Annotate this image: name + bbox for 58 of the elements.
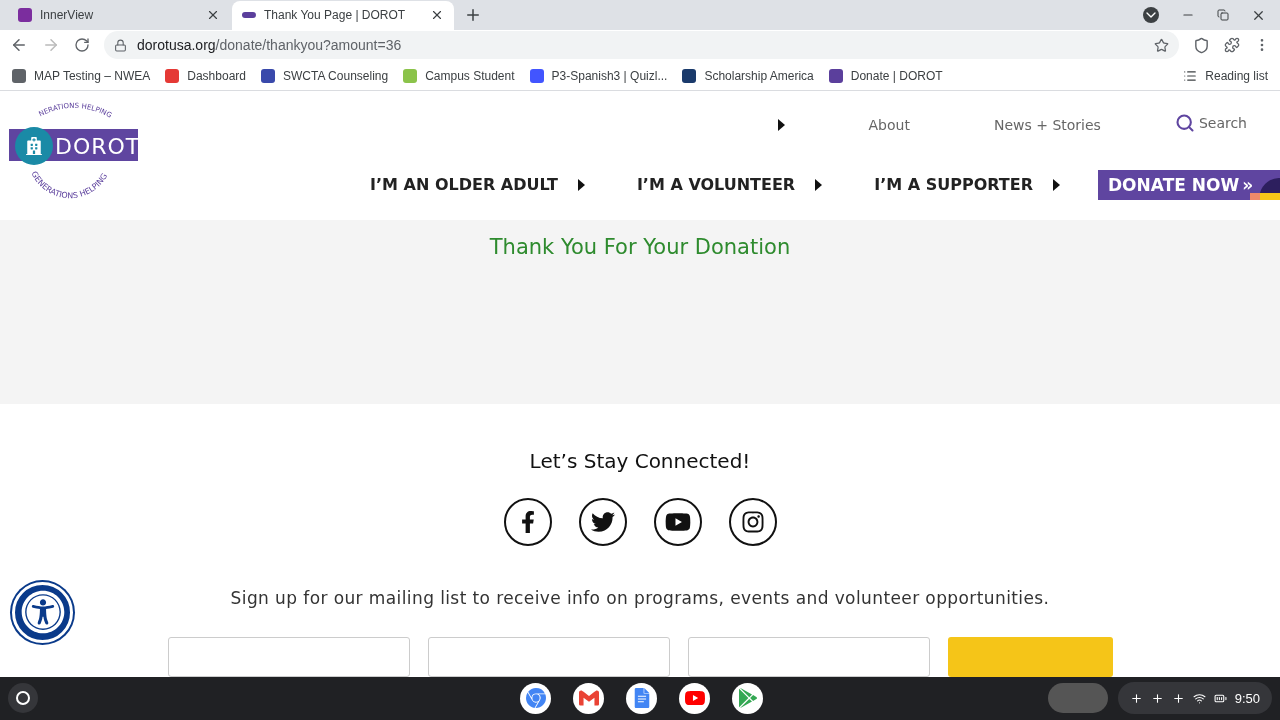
tab-search-icon[interactable] (1143, 7, 1159, 24)
bookmark-item[interactable]: Scholarship America (682, 68, 814, 83)
youtube-icon[interactable] (653, 497, 702, 546)
bookmark-item[interactable]: Dashboard (165, 68, 246, 83)
main-nav-link[interactable]: I’M A VOLUNTEER (636, 175, 823, 195)
list-icon (1183, 68, 1198, 83)
nav-link[interactable]: News + Stories (993, 116, 1101, 133)
bookmark-item[interactable]: SWCTA Counseling (261, 68, 389, 83)
launcher-button[interactable] (8, 683, 38, 714)
main-nav-link[interactable]: I’M AN OLDER ADULT (370, 175, 585, 195)
url-path: /donate/thankyou?amount=36 (215, 37, 402, 54)
lock-icon (114, 38, 127, 52)
mail-app-icon[interactable] (573, 682, 604, 714)
shield-icon[interactable] (1193, 36, 1210, 54)
browser-tab[interactable]: InnerView (8, 0, 230, 30)
bookmark-item[interactable]: MAP Testing – NWEA (12, 68, 151, 83)
nav-link[interactable]: About (868, 116, 910, 133)
signup-field[interactable] (687, 636, 930, 677)
status-icon[interactable] (1171, 691, 1185, 705)
caret-icon (777, 118, 785, 131)
status-icon[interactable] (1150, 691, 1164, 705)
system-tray[interactable]: 9:50 (1117, 682, 1272, 715)
docs-app-icon[interactable] (626, 682, 657, 714)
wifi-icon (1192, 691, 1206, 705)
caret-icon (815, 178, 823, 191)
caret-icon (577, 178, 585, 191)
video-app-icon[interactable] (679, 682, 710, 714)
search-icon (1174, 112, 1195, 133)
signup-text: Sign up for our mailing list to receive info on programs, events and volunteer opportunities. (230, 587, 1050, 608)
status-icon[interactable] (1129, 691, 1143, 705)
bookmark-item[interactable]: Campus Student (403, 68, 515, 83)
reload-icon[interactable] (74, 37, 90, 54)
extensions-icon[interactable] (1224, 37, 1240, 54)
accessibility-widget-icon[interactable] (15, 126, 53, 165)
signup-field[interactable] (427, 636, 670, 677)
address-bar[interactable]: dorotusa.org/donate/thankyou?amount=36 (104, 31, 1179, 60)
twitter-icon[interactable] (578, 497, 627, 546)
browser-tab[interactable]: Thank You Page | DOROT (232, 0, 454, 30)
signup-field[interactable] (167, 636, 410, 677)
url-host: dorotusa.org (137, 37, 216, 54)
corner-decoration-drawing (1250, 177, 1280, 200)
caret-icon (1053, 178, 1060, 191)
donate-button[interactable]: DONATE NOW » (1098, 169, 1280, 200)
clock-time: 9:50 (1234, 690, 1260, 706)
facebook-icon[interactable] (503, 497, 552, 546)
connect-heading: Let’s Stay Connected! (529, 448, 751, 473)
bookmark-item[interactable]: P3-Spanish3 | Quizl... (529, 68, 668, 83)
instagram-icon[interactable] (728, 497, 777, 546)
accessibility-icon[interactable] (12, 581, 73, 643)
bookmark-item[interactable]: Donate | DOROT (828, 68, 943, 83)
play-store-icon[interactable] (732, 682, 763, 714)
search-link[interactable]: Search (1174, 112, 1247, 133)
thank-you-heading: Thank You For Your Donation (489, 235, 791, 262)
restore-icon[interactable] (1217, 9, 1229, 22)
bookmark-star-icon[interactable] (1154, 37, 1169, 53)
main-nav-link[interactable]: I’M A SUPPORTER (874, 175, 1060, 195)
reading-list-button[interactable]: Reading list (1183, 68, 1268, 83)
chrome-app-icon[interactable] (520, 682, 551, 714)
